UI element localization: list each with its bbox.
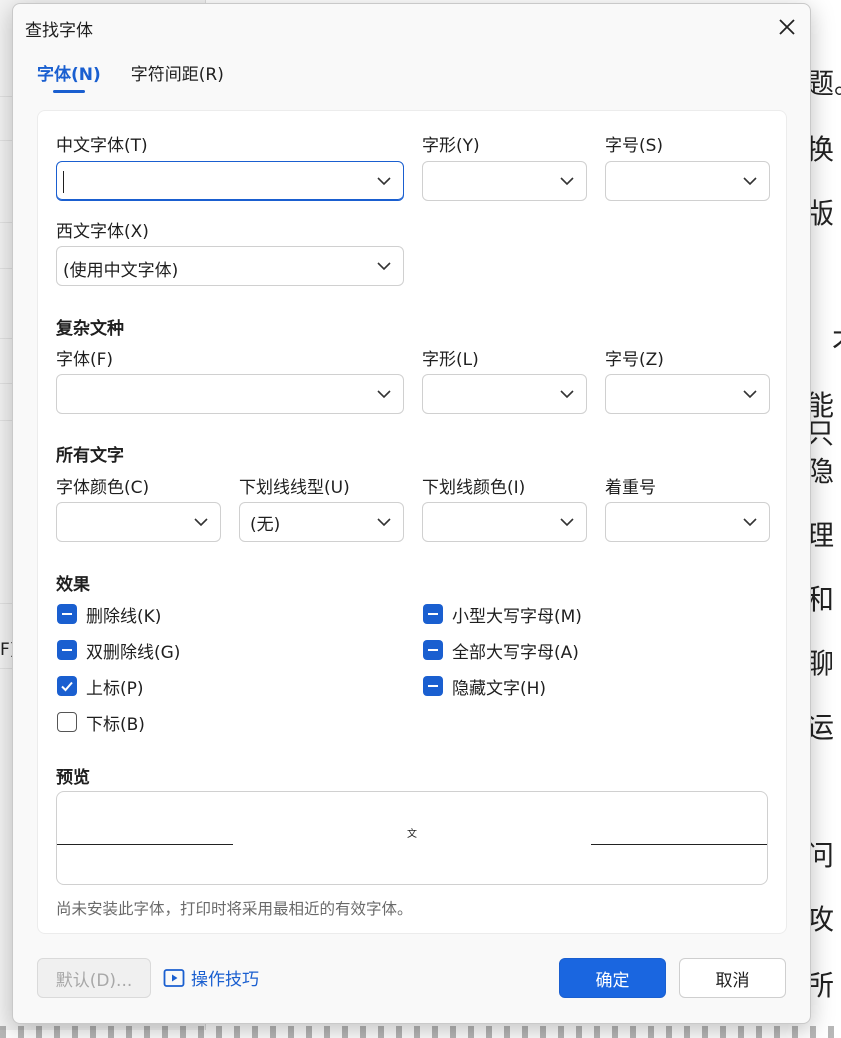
complex-font-combobox[interactable]: [56, 374, 404, 414]
text-caret: [63, 171, 64, 193]
font-not-installed-note: 尚未安装此字体，打印时将采用最相近的有效字体。: [56, 900, 413, 918]
subscript-checkbox[interactable]: [57, 712, 77, 732]
tab-font[interactable]: 字体(N): [37, 60, 101, 93]
complex-size-combobox[interactable]: [605, 374, 770, 414]
chevron-down-icon: [743, 518, 757, 527]
complex-script-heading: 复杂文种: [56, 319, 124, 339]
font-color-combobox[interactable]: [56, 502, 221, 542]
superscript-label: 上标(P): [86, 679, 144, 699]
background-doc-text: 能只: [806, 389, 835, 450]
chevron-down-icon: [194, 518, 208, 527]
font-settings-panel: 中文字体(T) 字形(Y) 字号(S) 西文字体(X) (使用中文字体) 复杂文…: [37, 110, 787, 934]
complex-style-combobox[interactable]: [422, 374, 587, 414]
emphasis-mark-combobox[interactable]: [605, 502, 770, 542]
chinese-size-label: 字号(S): [605, 136, 664, 156]
chinese-style-combobox[interactable]: [422, 161, 587, 201]
underline-color-combobox[interactable]: [422, 502, 587, 542]
find-font-dialog: 查找字体 字体(N) 字符间距(R) 中文字体(T) 字形(Y) 字号(S) 西…: [12, 3, 811, 1024]
play-video-icon: [163, 968, 185, 987]
subscript-label: 下标(B): [86, 715, 145, 735]
chinese-font-combobox[interactable]: [56, 161, 404, 201]
chinese-style-label: 字形(Y): [422, 136, 480, 156]
close-button[interactable]: [774, 14, 800, 40]
underline-color-label: 下划线颜色(I): [422, 478, 526, 498]
double-strikethrough-checkbox[interactable]: [57, 640, 77, 660]
dialog-title: 查找字体: [25, 21, 93, 41]
superscript-checkbox[interactable]: [57, 676, 77, 696]
chevron-down-icon: [377, 390, 391, 399]
default-button[interactable]: 默认(D)...: [37, 958, 151, 998]
double-strikethrough-label: 双删除线(G): [86, 643, 181, 663]
strikethrough-checkbox[interactable]: [57, 604, 77, 624]
small-caps-label: 小型大写字母(M): [452, 607, 582, 627]
underline-style-value: (无): [250, 515, 281, 535]
chevron-down-icon: [560, 518, 574, 527]
western-font-value: (使用中文字体): [63, 261, 179, 281]
small-caps-checkbox[interactable]: [423, 604, 443, 624]
background-doc-bottom-line: [0, 1026, 841, 1038]
complex-font-label: 字体(F): [56, 350, 114, 370]
cancel-button[interactable]: 取消: [679, 958, 786, 998]
tips-label: 操作技巧: [191, 970, 259, 990]
emphasis-mark-label: 着重号: [605, 478, 656, 498]
chevron-down-icon: [377, 518, 391, 527]
chevron-down-icon: [377, 262, 391, 271]
hidden-text-label: 隐藏文字(H): [452, 679, 547, 699]
chevron-down-icon: [377, 177, 391, 186]
all-text-heading: 所有文字: [56, 446, 124, 466]
checkmark-icon: [61, 681, 73, 692]
tips-link[interactable]: 操作技巧: [163, 965, 259, 990]
close-icon: [779, 19, 795, 35]
all-caps-label: 全部大写字母(A): [452, 643, 579, 663]
underline-style-combobox[interactable]: (无): [239, 502, 404, 542]
western-font-label: 西文字体(X): [56, 222, 149, 242]
ok-button[interactable]: 确定: [559, 958, 666, 998]
preview-box: 文: [56, 791, 768, 885]
strikethrough-label: 删除线(K): [86, 607, 162, 627]
chevron-down-icon: [560, 390, 574, 399]
chevron-down-icon: [743, 177, 757, 186]
preview-baseline-left: [57, 844, 233, 845]
hidden-text-checkbox[interactable]: [423, 676, 443, 696]
tab-character-spacing[interactable]: 字符间距(R): [131, 60, 224, 91]
chinese-size-combobox[interactable]: [605, 161, 770, 201]
preview-baseline-right: [591, 844, 767, 845]
tab-bar: 字体(N) 字符间距(R): [37, 60, 224, 93]
complex-style-label: 字形(L): [422, 350, 479, 370]
preview-sample-text: 文: [407, 829, 417, 840]
effects-heading: 效果: [56, 575, 90, 595]
western-font-combobox[interactable]: (使用中文字体): [56, 246, 404, 286]
background-doc-text: 题。: [806, 67, 841, 100]
underline-style-label: 下划线线型(U): [239, 478, 350, 498]
preview-heading: 预览: [56, 768, 90, 788]
font-color-label: 字体颜色(C): [56, 478, 150, 498]
chinese-font-label: 中文字体(T): [56, 136, 148, 156]
complex-size-label: 字号(Z): [605, 350, 664, 370]
chevron-down-icon: [743, 390, 757, 399]
background-doc-text: 才: [832, 326, 841, 354]
chevron-down-icon: [560, 177, 574, 186]
all-caps-checkbox[interactable]: [423, 640, 443, 660]
